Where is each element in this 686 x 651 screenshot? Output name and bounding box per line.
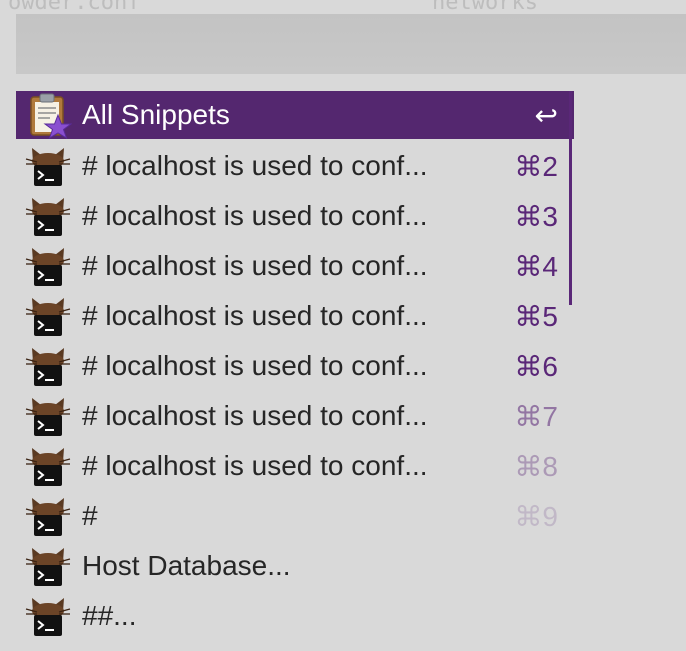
result-item-shortcut: ⌘2	[514, 150, 558, 182]
result-item-label: # localhost is used to conf...	[82, 300, 428, 331]
background-text-left: owder.conf	[8, 0, 141, 15]
result-item-label: # localhost is used to conf...	[82, 450, 428, 481]
terminal-cat-icon	[25, 198, 71, 236]
result-item[interactable]: # localhost is used to conf... ⌘5	[16, 291, 574, 341]
search-input[interactable]	[16, 14, 686, 74]
result-item-label: # localhost is used to conf...	[82, 200, 428, 231]
result-item-all-snippets[interactable]: All Snippets ↩	[16, 91, 574, 139]
terminal-cat-icon	[25, 548, 71, 586]
background-text-right: networks	[432, 0, 538, 15]
result-item-shortcut: ⌘4	[514, 250, 558, 282]
result-item-shortcut: ⌘9	[514, 500, 558, 532]
result-item[interactable]: # localhost is used to conf... ⌘2	[16, 141, 574, 191]
scroll-indicator[interactable]	[569, 91, 572, 305]
terminal-cat-icon	[25, 298, 71, 336]
result-item[interactable]: # localhost is used to conf... ⌘4	[16, 241, 574, 291]
terminal-cat-icon	[25, 148, 71, 186]
results-list: All Snippets ↩ # localhost is used to co…	[16, 91, 574, 651]
result-item[interactable]: Host Database...	[16, 541, 574, 591]
result-item-label: All Snippets	[82, 99, 230, 130]
return-key-icon: ↩	[534, 99, 558, 131]
result-item[interactable]: # localhost is used to conf... ⌘6	[16, 341, 574, 391]
result-item[interactable]: # localhost is used to conf... ⌘3	[16, 191, 574, 241]
terminal-cat-icon	[25, 498, 71, 536]
result-item-label: # localhost is used to conf...	[82, 350, 428, 381]
result-item-label: Host Database...	[82, 550, 291, 581]
result-item-shortcut: ⌘6	[514, 350, 558, 382]
result-item-label: # localhost is used to conf...	[82, 150, 428, 181]
result-item-label: #	[82, 500, 98, 531]
terminal-cat-icon	[25, 598, 71, 636]
result-item-shortcut: ⌘8	[514, 450, 558, 482]
result-item[interactable]: # ⌘9	[16, 491, 574, 541]
result-item-shortcut: ⌘7	[514, 400, 558, 432]
result-item-shortcut: ⌘5	[514, 300, 558, 332]
clipboard-star-icon	[30, 93, 72, 139]
result-item-label: ##...	[82, 600, 137, 631]
terminal-cat-icon	[25, 248, 71, 286]
terminal-cat-icon	[25, 448, 71, 486]
terminal-cat-icon	[25, 348, 71, 386]
result-item[interactable]: # localhost is used to conf... ⌘8	[16, 441, 574, 491]
result-item-shortcut: ⌘3	[514, 200, 558, 232]
terminal-cat-icon	[25, 398, 71, 436]
result-item-label: # localhost is used to conf...	[82, 400, 428, 431]
result-item[interactable]: # localhost is used to conf... ⌘7	[16, 391, 574, 441]
result-item[interactable]: ##...	[16, 591, 574, 641]
result-item-label: # localhost is used to conf...	[82, 250, 428, 281]
